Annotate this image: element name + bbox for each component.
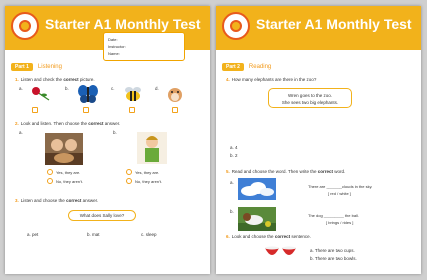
question-prompt: What does Sally love? <box>68 210 136 221</box>
answer-option[interactable]: b. mat <box>87 232 100 237</box>
page-title: Starter A1 Monthly Test <box>45 16 201 32</box>
answer-radio[interactable] <box>47 169 53 175</box>
bee-picture <box>125 87 141 101</box>
option-text: Yes, they are. <box>56 170 81 175</box>
answer-radio[interactable] <box>47 178 53 184</box>
option-label: d. <box>155 86 159 91</box>
answer-checkbox[interactable] <box>172 107 178 113</box>
photo-boy <box>137 132 167 164</box>
answer-option[interactable]: a. pet <box>27 232 38 237</box>
answer-option[interactable]: c. sleep <box>141 232 157 237</box>
option-text: Yes, they are. <box>135 170 160 175</box>
photo-children-dog <box>45 133 83 165</box>
answer-checkbox[interactable] <box>83 107 89 113</box>
option-text: No, they aren't. <box>135 179 162 184</box>
page-header: Starter A1 Monthly Test <box>216 6 421 50</box>
question-2: 2. Look and listen. Then choose the corre… <box>15 121 121 126</box>
student-info-box: Date: Instructor: Name: <box>103 32 185 61</box>
answer-option[interactable]: b. 2 <box>230 153 238 158</box>
butterfly-picture <box>78 85 98 103</box>
sentence-a: There are _______clouds in the sky. <box>308 184 373 189</box>
date-field[interactable]: Date: <box>108 36 180 43</box>
option-label: b. <box>230 209 234 214</box>
answer-option[interactable]: a. There are two cups. <box>310 248 355 253</box>
question-3: 3. Listen and choose the correct answer. <box>15 198 99 203</box>
page-title: Starter A1 Monthly Test <box>256 16 412 32</box>
option-label: b. <box>113 130 117 135</box>
option-label: a. <box>19 130 23 135</box>
part-title: Reading <box>248 63 272 70</box>
sentence-b: The dog _________ the ball. <box>308 213 359 218</box>
part2-header: Part 2 Reading <box>222 62 271 71</box>
test-page-right: Starter A1 Monthly Test Part 2 Reading 4… <box>216 6 421 274</box>
test-page-left: Starter A1 Monthly Test Date: Instructor… <box>5 6 210 274</box>
option-label: a. <box>19 86 23 91</box>
part1-header: Part 1 Listening <box>11 62 62 71</box>
question-5: 5. Read and choose the word. Then write t… <box>226 169 346 174</box>
part-badge: Part 2 <box>222 62 244 71</box>
reading-passage: Wren goes to the zoo. She sees two big e… <box>268 88 352 108</box>
part-title: Listening <box>37 63 62 70</box>
word-choices-b: [ brings / rides ] <box>326 220 354 225</box>
answer-radio[interactable] <box>126 178 132 184</box>
option-label: c. <box>111 86 115 91</box>
answer-option[interactable]: a. 4 <box>230 145 238 150</box>
name-field[interactable]: Name: <box>108 50 180 57</box>
word-choices-a: [ red / white ] <box>328 191 351 196</box>
option-text: No, they aren't. <box>56 179 83 184</box>
question-6: 6. Look and choose the correct sentence. <box>226 234 311 239</box>
hamster-picture <box>168 88 182 102</box>
answer-radio[interactable] <box>126 169 132 175</box>
photo-sky-clouds <box>238 178 276 200</box>
answer-checkbox[interactable] <box>32 107 38 113</box>
option-label: b. <box>65 86 69 91</box>
option-label: a. <box>230 180 234 185</box>
question-1: 1. Listen and check the correct picture. <box>15 77 95 82</box>
photo-dog-ball <box>238 207 276 231</box>
rose-picture <box>32 87 50 101</box>
part-badge: Part 1 <box>11 62 33 71</box>
bowls-picture <box>265 246 296 255</box>
answer-checkbox[interactable] <box>129 107 135 113</box>
question-4: 4. How many elephants are there in the zo… <box>226 77 317 82</box>
school-logo <box>11 12 39 40</box>
school-logo <box>222 12 250 40</box>
instructor-field[interactable]: Instructor: <box>108 43 180 50</box>
answer-option[interactable]: b. There are two bowls. <box>310 256 357 261</box>
